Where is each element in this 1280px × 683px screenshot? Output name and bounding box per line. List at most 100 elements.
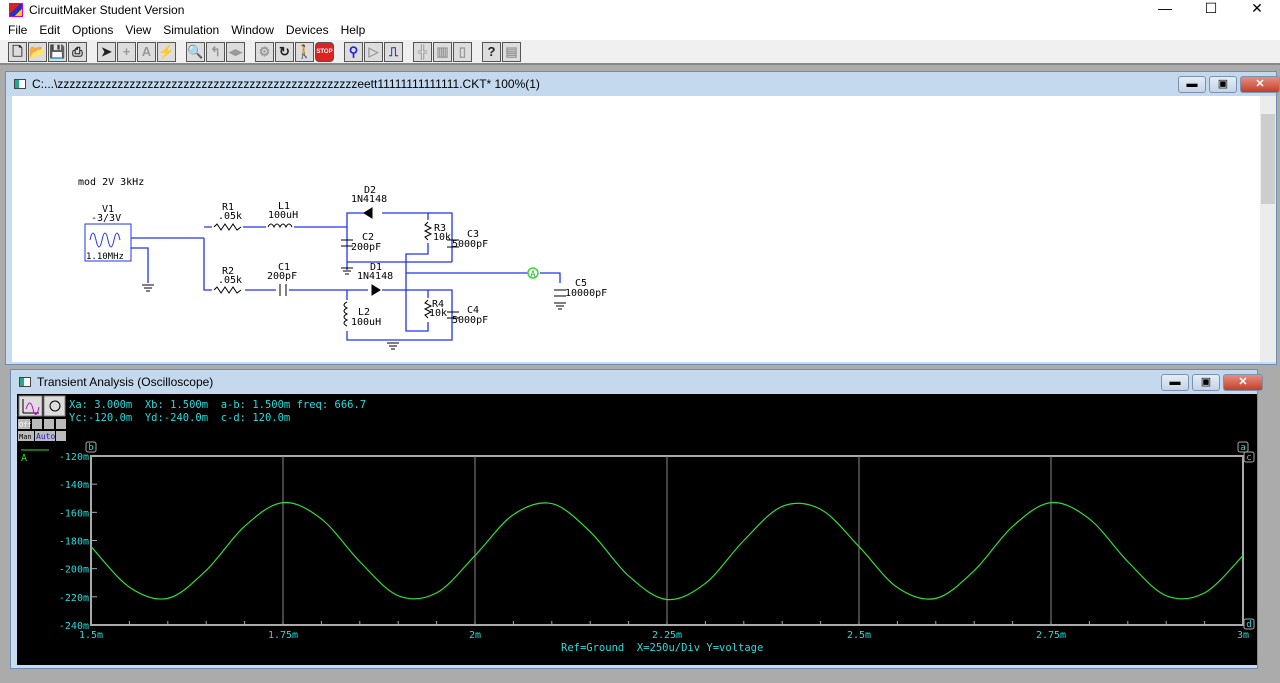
print-button[interactable]: ⎙: [68, 41, 87, 62]
trace-button[interactable]: ▷: [364, 41, 383, 62]
man-label: Man: [19, 433, 32, 441]
arrow-tool-button[interactable]: ➤: [97, 41, 116, 62]
components: [84, 207, 566, 350]
scroll-down-button[interactable]: [56, 431, 66, 441]
scope-window-title: Transient Analysis (Oscilloscope): [37, 375, 214, 389]
schematic-canvas[interactable]: A mod 2V 3kHz V1 -3/3V 1.10MHz R1 .05k L…: [12, 96, 1260, 362]
rotate-button[interactable]: ↰: [206, 41, 225, 62]
cursor-x-readout: Xa: 3.000m Xb: 1.500m a-b: 1.500m freq: …: [69, 399, 366, 411]
wire-tool-button[interactable]: +: [117, 41, 136, 62]
menu-devices[interactable]: Devices: [280, 23, 335, 37]
new-file-icon: 🗋: [12, 43, 23, 59]
new-file-button[interactable]: 🗋: [8, 41, 27, 62]
save-button[interactable]: 💾: [48, 41, 67, 62]
mirror-button[interactable]: ◂▸: [226, 41, 245, 62]
wire-tool-icon: +: [122, 43, 131, 59]
step-button[interactable]: 🚶: [295, 41, 314, 62]
y-tick-label: -160m: [59, 508, 89, 519]
mdi-area: C:...\zzzzzzzzzzzzzzzzzzzzzzzzzzzzzzzzzz…: [2, 67, 1280, 683]
close-button[interactable]: ✕: [1234, 0, 1280, 20]
cursor-label: a: [1240, 443, 1245, 453]
device-icon: ▥: [436, 43, 449, 59]
menu-bar: File Edit Options View Simulation Window Devic…: [0, 20, 1280, 40]
circuit-window-titlebar: C:...\zzzzzzzzzzzzzzzzzzzzzzzzzzzzzzzzzz…: [6, 72, 1276, 96]
help-topics-button[interactable]: ▤: [502, 41, 521, 62]
menu-edit[interactable]: Edit: [33, 23, 66, 37]
open-folder-icon: 📂: [29, 43, 46, 59]
d2-value: 1N4148: [351, 194, 387, 205]
stop-icon: STOP: [316, 48, 333, 55]
print-icon: ⎙: [72, 43, 83, 59]
mirror-icon: ◂▸: [228, 43, 243, 59]
probe-tool-icon: ⚡: [158, 43, 175, 59]
stop-button[interactable]: STOP: [315, 41, 334, 62]
r1-value: .05k: [218, 211, 242, 222]
scope-window-icon: [19, 377, 31, 387]
scope-window-titlebar: Transient Analysis (Oscilloscope): [11, 370, 1257, 394]
maximize-button[interactable]: ☐: [1188, 0, 1234, 20]
c2-value: 200pF: [351, 242, 381, 253]
circuit-restore-button[interactable]: ▣: [1209, 76, 1237, 93]
vertical-scrollbar[interactable]: [1260, 96, 1276, 362]
netlist-button[interactable]: ╬: [413, 41, 432, 62]
y-tick-label: -240m: [59, 621, 89, 632]
r4-value: 10k: [429, 308, 447, 319]
scope-reset-button[interactable]: [43, 395, 66, 417]
analog-probe-button[interactable]: ⚲: [344, 41, 363, 62]
scope-minimize-button[interactable]: ▬: [1161, 374, 1189, 391]
toolbar: 🗋 📂 💾 ⎙ ➤ + A ⚡ 🔍 ↰ ◂▸ ⚙ ↻ 🚶 STOP ⚲ ▷ ⎍ ╬ ▥ ▯? ▤: [0, 40, 1280, 65]
zoom-button[interactable]: 🔍: [186, 41, 205, 62]
document-icon: [14, 79, 26, 89]
digital-sim-button[interactable]: ⚙: [255, 41, 274, 62]
menu-help[interactable]: Help: [335, 23, 372, 37]
scrollbar-thumb[interactable]: [1261, 114, 1275, 204]
circuit-minimize-button[interactable]: ▬: [1178, 76, 1206, 93]
y-tick-label: -120m: [59, 452, 89, 463]
open-folder-button[interactable]: 📂: [28, 41, 47, 62]
note-text: mod 2V 3kHz: [78, 177, 144, 188]
reset-button[interactable]: ↻: [275, 41, 294, 62]
cursor-label: c: [1246, 453, 1251, 463]
waveform-icon: ⎍: [388, 43, 399, 59]
ic-button[interactable]: ▯: [453, 41, 472, 62]
c5-value: 10000pF: [565, 288, 607, 299]
menu-view[interactable]: View: [119, 23, 157, 37]
reset-icon: ↻: [279, 43, 290, 59]
text-tool-button[interactable]: A: [137, 41, 156, 62]
menu-simulation[interactable]: Simulation: [157, 23, 225, 37]
minimize-button[interactable]: —: [1142, 0, 1188, 20]
arrow-tool-icon: ➤: [101, 43, 112, 59]
digital-sim-icon: ⚙: [258, 43, 271, 59]
r3-value: 10k: [433, 232, 451, 243]
app-titlebar: CircuitMaker Student Version — ☐ ✕: [0, 0, 1280, 20]
menu-options[interactable]: Options: [66, 23, 119, 37]
netlist-icon: ╬: [417, 43, 428, 59]
oscilloscope-display: Off Man Auto Xa: 3.000m Xb: 1.500m a-b: …: [17, 394, 1257, 665]
y-tick-label: -180m: [59, 537, 89, 548]
trace-icon: ▷: [368, 43, 379, 59]
scope-footer: Ref=Ground X=250u/Div Y=voltage: [561, 642, 763, 654]
auto-label: Auto: [36, 432, 55, 441]
scroll-right-button[interactable]: [44, 419, 54, 429]
circuit-close-button[interactable]: ✕: [1240, 76, 1280, 93]
scroll-up-button[interactable]: [56, 419, 66, 429]
y-tick-label: -200m: [59, 565, 89, 576]
save-icon: 💾: [49, 43, 66, 59]
cursor-label: b: [88, 443, 93, 453]
device-button[interactable]: ▥: [433, 41, 452, 62]
probe-tool-button[interactable]: ⚡: [157, 41, 176, 62]
x-tick-label: 1.75m: [268, 630, 298, 641]
scroll-left-button[interactable]: [32, 419, 42, 429]
y-tick-label: -220m: [59, 593, 89, 604]
scope-restore-button[interactable]: ▣: [1192, 374, 1220, 391]
waveform-button[interactable]: ⎍: [384, 41, 403, 62]
ic-icon: ▯: [458, 43, 467, 59]
help-button[interactable]: ?: [482, 41, 501, 62]
app-title: CircuitMaker Student Version: [29, 3, 185, 17]
l1-value: 100uH: [268, 210, 298, 221]
x-tick-label: 2m: [469, 630, 481, 641]
scope-close-button[interactable]: ✕: [1223, 374, 1263, 391]
menu-file[interactable]: File: [2, 23, 33, 37]
menu-window[interactable]: Window: [225, 23, 280, 37]
zoom-icon: 🔍: [187, 43, 204, 59]
